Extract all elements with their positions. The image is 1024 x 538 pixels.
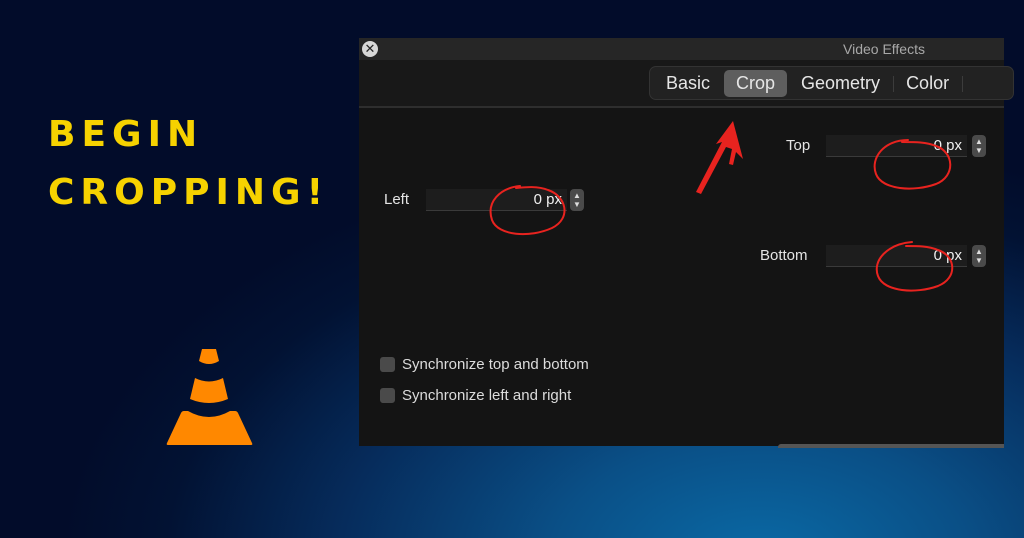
sync-top-bottom-label[interactable]: Synchronize top and bottom [402, 356, 589, 373]
sync-top-bottom-row[interactable]: Synchronize top and bottom [380, 356, 589, 373]
title-bar: ✕ Video Effects [359, 38, 1004, 60]
promo-headline: BEGIN CROPPING! [48, 106, 329, 222]
tab-color[interactable]: Color [894, 70, 964, 97]
chevron-up-icon[interactable]: ▲ [972, 247, 986, 256]
sync-top-bottom-checkbox[interactable] [380, 357, 395, 372]
headline-line-1: BEGIN [48, 114, 204, 155]
left-field[interactable]: 0 px [426, 189, 567, 211]
headline-line-2: CROPPING! [48, 172, 330, 213]
left-label: Left [384, 191, 410, 208]
tab-geometry[interactable]: Geometry [789, 70, 895, 97]
chevron-up-icon[interactable]: ▲ [570, 191, 584, 200]
sync-left-right-row[interactable]: Synchronize left and right [380, 387, 571, 404]
top-stepper[interactable]: ▲ ▼ [972, 135, 986, 157]
video-effects-window: ✕ Video Effects Basic Crop Geometry Colo… [359, 38, 1014, 448]
tab-crop[interactable]: Crop [724, 69, 788, 97]
sync-left-right-label[interactable]: Synchronize left and right [402, 387, 571, 404]
chevron-down-icon[interactable]: ▼ [972, 146, 986, 155]
bottom-stepper[interactable]: ▲ ▼ [972, 245, 986, 267]
top-field[interactable]: 0 px [826, 135, 967, 157]
left-stepper[interactable]: ▲ ▼ [570, 189, 584, 211]
chevron-down-icon[interactable]: ▼ [570, 200, 584, 209]
chevron-down-icon[interactable]: ▼ [972, 256, 986, 265]
window-title: Video Effects [843, 41, 925, 57]
bottom-label: Bottom [760, 247, 808, 264]
chevron-up-icon[interactable]: ▲ [972, 137, 986, 146]
bottom-field[interactable]: 0 px [826, 245, 967, 267]
tab-bar: Basic Crop Geometry Color [359, 60, 1014, 108]
tab-basic[interactable]: Basic [654, 70, 722, 97]
vlc-cone-icon [166, 349, 253, 445]
sync-left-right-checkbox[interactable] [380, 388, 395, 403]
tab-segmented-control: Basic Crop Geometry Color [649, 66, 1014, 100]
window-bottom-edge [778, 444, 1004, 448]
top-label: Top [786, 137, 811, 154]
close-icon[interactable]: ✕ [362, 41, 378, 57]
